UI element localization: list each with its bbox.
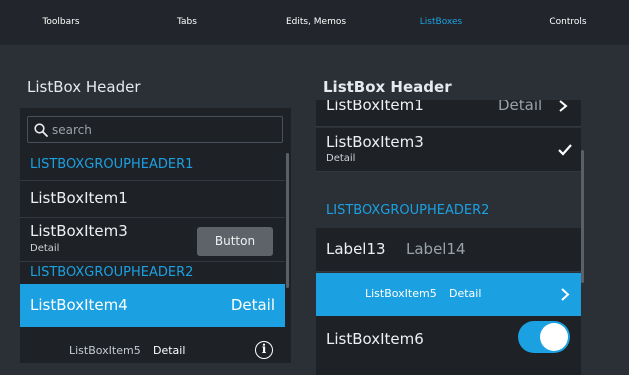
list-item-1-right[interactable]: ListBoxItem1 Detail: [316, 100, 581, 127]
list-item-1-label: ListBoxItem1: [30, 189, 128, 207]
toggle-switch[interactable]: [518, 321, 570, 353]
search-placeholder: search: [52, 123, 92, 137]
list-item-4-label: ListBoxItem4: [30, 296, 128, 314]
list-item-3-right[interactable]: ListBoxItem3 Detail: [316, 128, 581, 172]
list-item-3-right-detail: Detail: [326, 153, 356, 164]
tab-tabs[interactable]: Tabs: [162, 0, 212, 45]
list-item-3-label: ListBoxItem3: [30, 222, 128, 240]
list-item-4-selected[interactable]: ListBoxItem4 Detail: [20, 284, 285, 327]
list-item-5-right-label: ListBoxItem5: [365, 287, 437, 300]
list-item-5-label: ListBoxItem5: [69, 344, 141, 357]
list-item-3-right-label: ListBoxItem3: [326, 133, 424, 151]
list-item-1-right-label: ListBoxItem1: [326, 100, 424, 114]
chevron-right-icon: [559, 100, 568, 112]
toggle-knob: [540, 323, 568, 351]
scrollbar[interactable]: [286, 153, 289, 288]
list-item-4-detail: Detail: [230, 296, 275, 314]
list-item-3-detail: Detail: [30, 243, 60, 254]
top-tab-bar: Toolbars Tabs Edits, Memos ListBoxes Con…: [0, 0, 629, 45]
group-header-2-right: LISTBOXGROUPHEADER2: [326, 203, 490, 218]
item-button[interactable]: Button: [197, 227, 273, 256]
checkmark-icon: [558, 144, 572, 156]
right-listbox[interactable]: ListBoxItem1 Detail ListBoxItem3 Detail …: [316, 100, 581, 375]
chevron-right-icon: [561, 288, 570, 301]
label-14: Label14: [406, 240, 466, 258]
scrollbar-right[interactable]: [581, 150, 584, 283]
group-header-2-label: LISTBOXGROUPHEADER2: [30, 265, 194, 280]
tab-toolbars[interactable]: Toolbars: [33, 0, 89, 45]
list-item-5-detail: Detail: [153, 344, 186, 357]
left-listbox[interactable]: search LISTBOXGROUPHEADER1 ListBoxItem1 …: [20, 108, 291, 363]
tab-listboxes[interactable]: ListBoxes: [411, 0, 471, 45]
group-header-1-label: LISTBOXGROUPHEADER1: [30, 157, 194, 172]
list-item-5-right-selected[interactable]: ListBoxItem5 Detail: [316, 273, 581, 316]
list-item-1[interactable]: ListBoxItem1: [20, 181, 285, 218]
left-listbox-header: ListBox Header: [27, 78, 141, 96]
label-row[interactable]: Label13 Label14: [316, 228, 581, 272]
group-header-2: LISTBOXGROUPHEADER2: [20, 262, 285, 284]
right-listbox-header: ListBox Header: [323, 78, 452, 96]
tab-edits-memos[interactable]: Edits, Memos: [280, 0, 352, 45]
search-icon: [34, 123, 48, 137]
search-input[interactable]: search: [27, 116, 283, 143]
tab-controls[interactable]: Controls: [540, 0, 596, 45]
list-item-6-right-label: ListBoxItem6: [326, 330, 424, 348]
list-item-5-right-detail: Detail: [449, 287, 482, 300]
info-icon[interactable]: i: [255, 341, 273, 359]
group-header-1: LISTBOXGROUPHEADER1: [20, 153, 285, 181]
list-item-1-right-detail: Detail: [498, 100, 543, 114]
label-13: Label13: [326, 240, 386, 258]
